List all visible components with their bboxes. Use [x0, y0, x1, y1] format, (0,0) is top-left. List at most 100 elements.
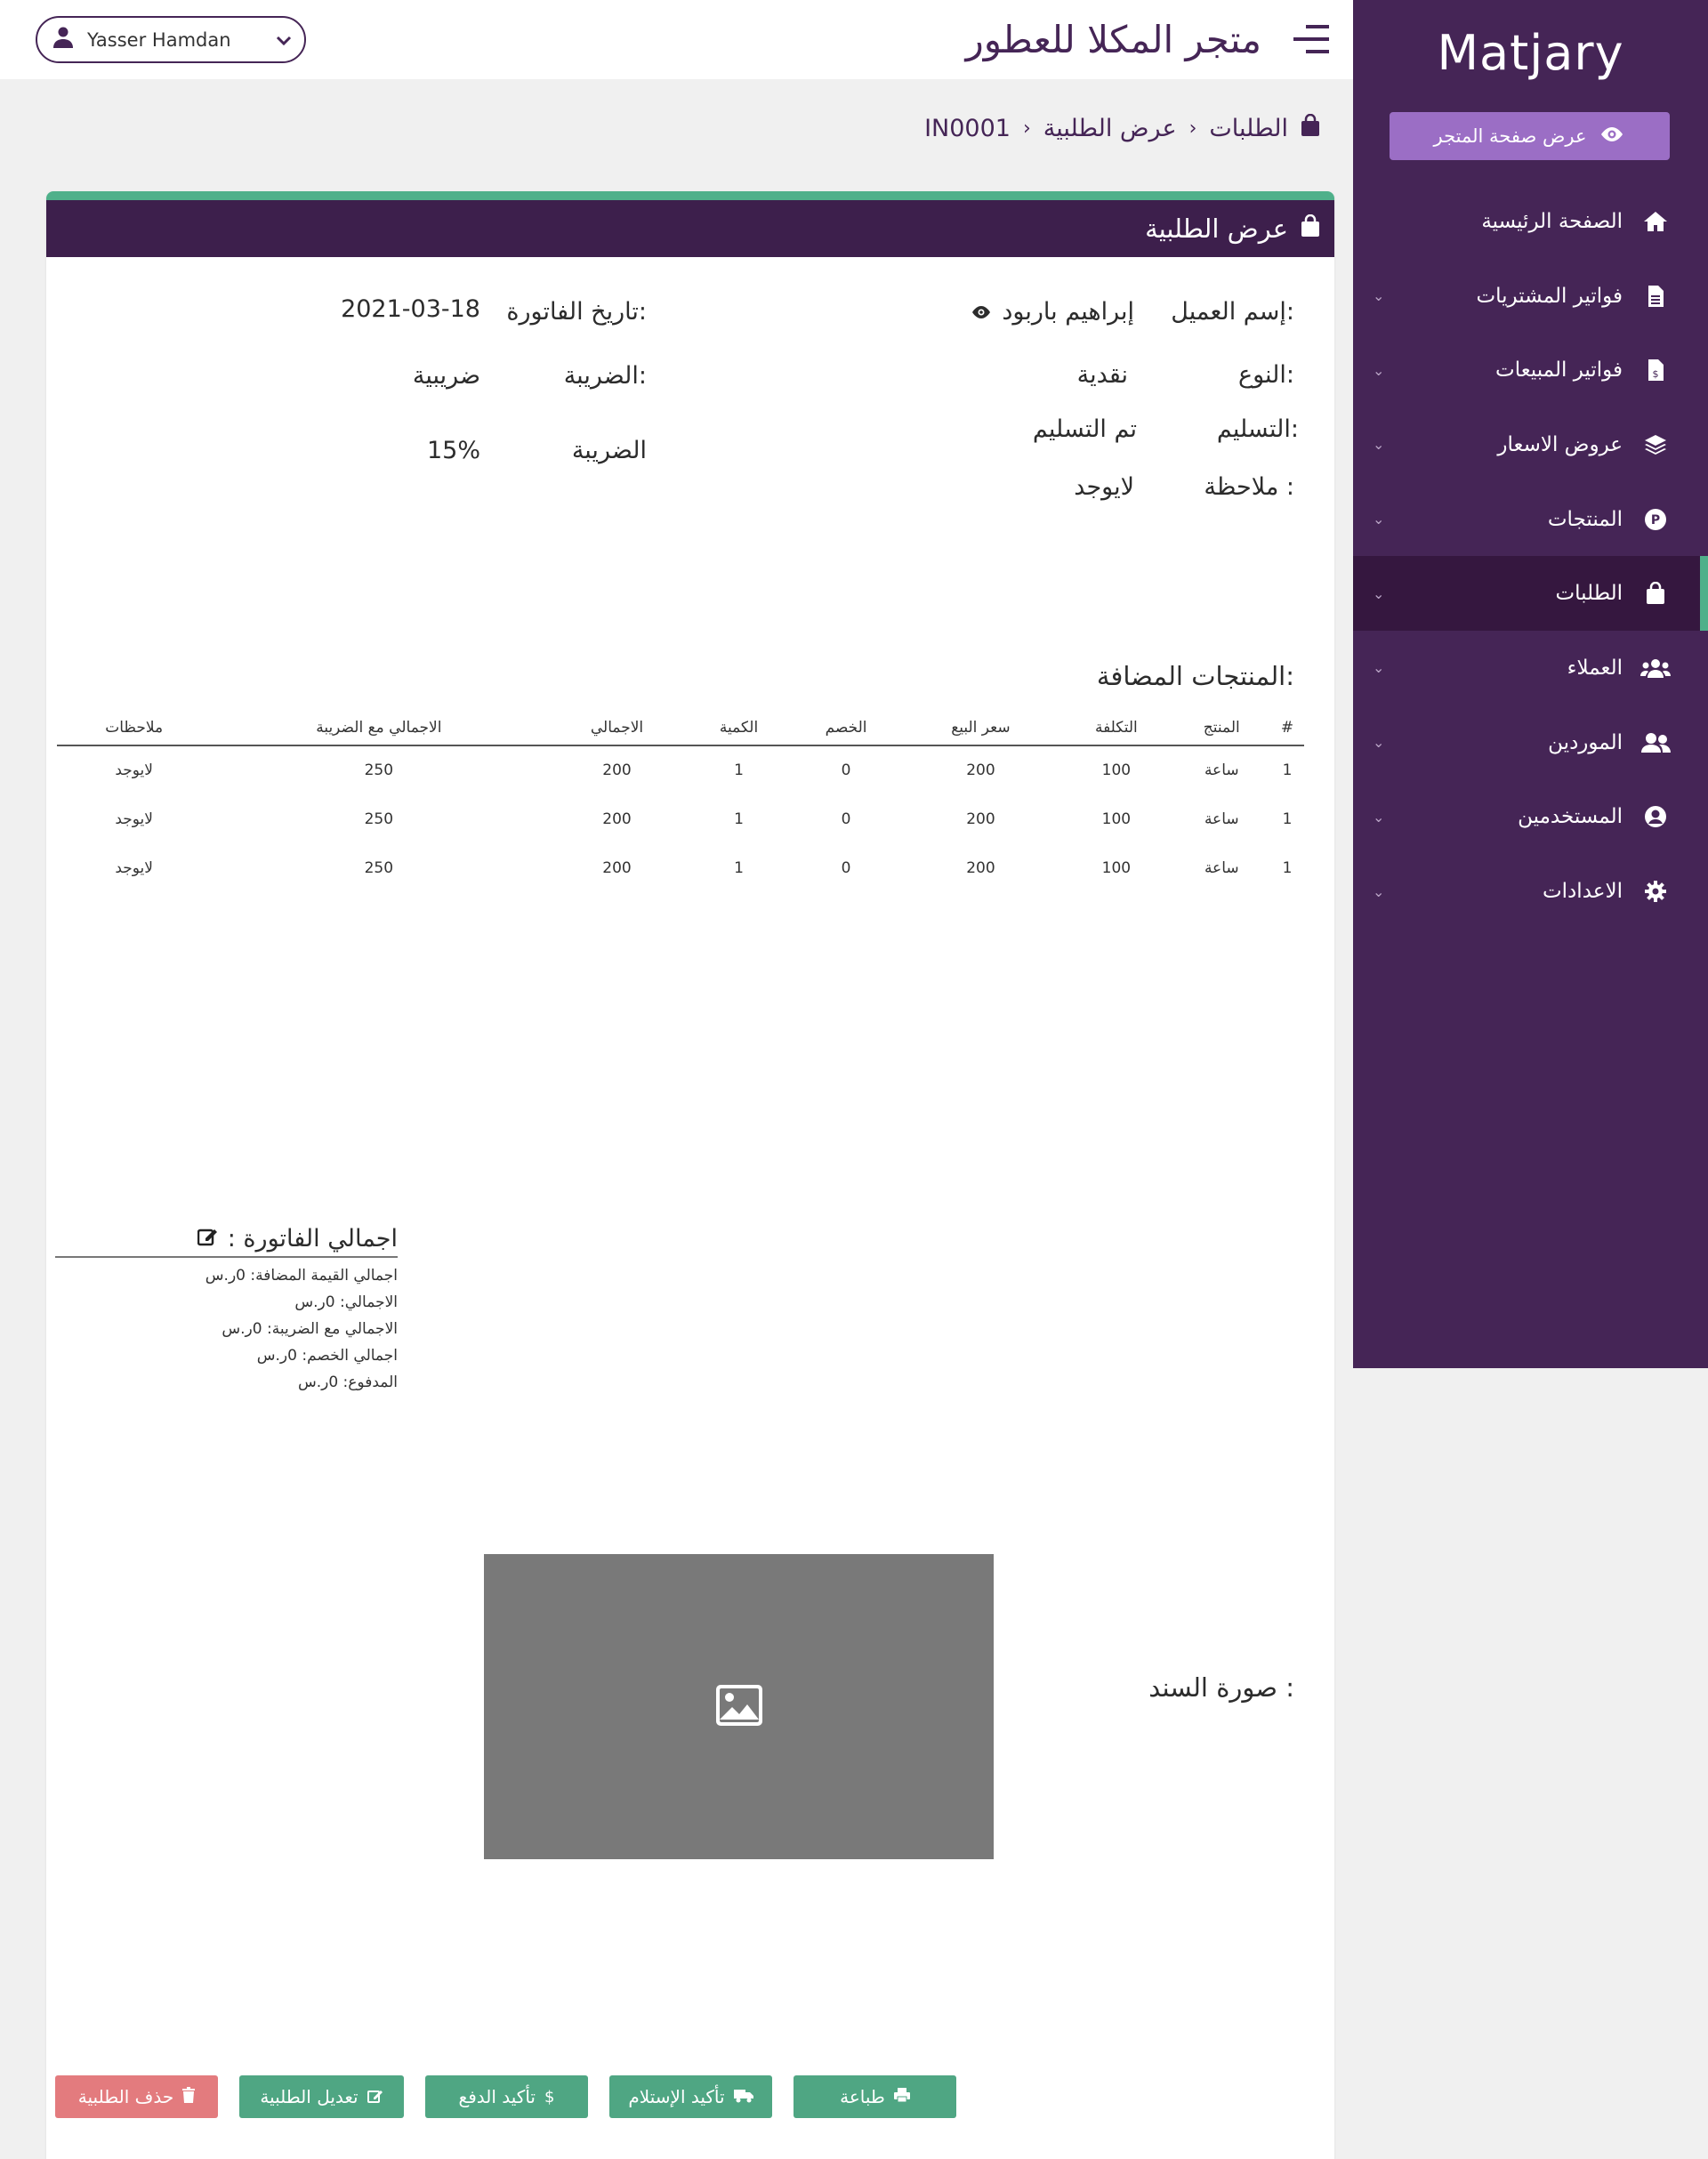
products-table: # المنتج التكلفة سعر البيع الخصم الكمية …	[57, 710, 1304, 892]
gear-icon	[1640, 880, 1671, 903]
sidebar-item-sales-invoices[interactable]: $ فواتير المبيعات ⌄	[1353, 333, 1708, 407]
table-cell: 200	[966, 858, 995, 877]
sidebar-item-label: الموردين	[1548, 730, 1623, 754]
sidebar-item-label: المستخدمين	[1518, 805, 1623, 829]
chevron-down-icon: ⌄	[1373, 882, 1385, 900]
user-icon	[53, 27, 73, 52]
table-cell: 200	[602, 761, 632, 779]
truck-icon	[733, 2086, 753, 2107]
confirm-receipt-button[interactable]: تأكيد الإستلام	[609, 2075, 772, 2118]
edit-order-label: تعديل الطلبية	[260, 2086, 359, 2107]
sidebar-item-label: عروض الاسعار	[1497, 432, 1623, 456]
shop-title: متجر المكلا للعطور	[965, 18, 1261, 61]
edit-icon	[197, 1225, 219, 1253]
user-name: Yasser Hamdan	[87, 28, 231, 51]
table-cell: ساعة	[1204, 761, 1239, 779]
chevron-down-icon: ⌄	[1373, 436, 1385, 454]
table-cell: 250	[364, 858, 394, 877]
table-cell: 100	[1101, 810, 1132, 828]
table-cell: ساعة	[1204, 858, 1239, 877]
customer-value-group: إبراهيم باربود	[971, 298, 1134, 326]
breadcrumb-view-order[interactable]: عرض الطلبية	[1043, 115, 1177, 142]
sidebar-item-settings[interactable]: الاعدادات ⌄	[1353, 854, 1708, 929]
table-row: 1 ساعة 100 200 0 1 200 250 لايوجد	[57, 794, 1304, 843]
trash-icon	[182, 2086, 196, 2107]
dollar-icon: $	[544, 2087, 555, 2107]
customer-label: إسم العميل:	[1171, 298, 1294, 326]
menu-toggle-icon[interactable]	[1293, 23, 1329, 55]
column-header: الخصم	[790, 710, 902, 746]
delivery-label: التسليم:	[1216, 415, 1299, 443]
sidebar-item-label: فواتير المشتريات	[1476, 284, 1623, 308]
eye-icon[interactable]	[971, 298, 991, 326]
breadcrumb-separator: ›	[1188, 117, 1197, 140]
note-value: لايوجد	[1074, 473, 1134, 501]
table-cell: لايوجد	[115, 858, 153, 877]
action-buttons: حذف الطلبية تعديل الطلبية $ تأكيد الدفع …	[55, 2075, 956, 2118]
type-label: النوع:	[1237, 361, 1294, 389]
chevron-down-icon	[276, 29, 292, 51]
sidebar-item-customers[interactable]: العملاء ⌄	[1353, 631, 1708, 705]
shopping-bag-icon	[1640, 582, 1671, 605]
print-button[interactable]: طباعة	[794, 2075, 956, 2118]
sidebar-item-label: الاعدادات	[1543, 880, 1623, 904]
delivery-value: تم التسليم	[1032, 415, 1137, 443]
sidebar-item-products[interactable]: P المنتجات ⌄	[1353, 482, 1708, 557]
table-cell: 0	[841, 761, 851, 779]
eye-icon	[1599, 125, 1625, 148]
breadcrumb: الطلبات › عرض الطلبية › IN0001	[924, 113, 1320, 143]
table-cell: 1	[1282, 858, 1293, 877]
total-discount: اجمالي الخصم: 0ر.س	[256, 1347, 398, 1365]
sidebar-item-suppliers[interactable]: الموردين ⌄	[1353, 705, 1708, 780]
table-header-row: # المنتج التكلفة سعر البيع الخصم الكمية …	[57, 710, 1304, 746]
sidebar-item-home[interactable]: الصفحة الرئيسية	[1353, 184, 1708, 259]
file-dollar-icon: $	[1640, 358, 1671, 382]
view-store-label: عرض صفحة المتجر	[1433, 125, 1587, 147]
tax-rate-label: الضريبة	[571, 437, 647, 464]
table-cell: 200	[966, 761, 995, 779]
sidebar-item-users[interactable]: المستخدمين ⌄	[1353, 780, 1708, 855]
column-header: الاجمالي	[546, 710, 688, 746]
chevron-down-icon: ⌄	[1373, 808, 1385, 826]
products-section-title: المنتجات المضافة:	[1096, 661, 1294, 691]
topbar: Yasser Hamdan متجر المكلا للعطور	[0, 0, 1353, 79]
table-cell: 200	[602, 810, 632, 828]
receipt-image-placeholder[interactable]	[484, 1554, 994, 1859]
sidebar-item-orders[interactable]: الطلبات ⌄	[1353, 556, 1708, 632]
user-menu-dropdown[interactable]: Yasser Hamdan	[36, 16, 306, 63]
column-header: المنتج	[1172, 710, 1270, 746]
delete-order-button[interactable]: حذف الطلبية	[55, 2075, 218, 2118]
order-card: عرض الطلبية إسم العميل: إبراهيم باربود ا…	[46, 191, 1334, 2159]
sidebar-item-quotes[interactable]: عروض الاسعار ⌄	[1353, 407, 1708, 482]
table-cell: 200	[602, 858, 632, 877]
type-value: نقدية	[1076, 361, 1128, 389]
table-cell: لايوجد	[115, 761, 153, 779]
user-friends-icon	[1640, 732, 1671, 753]
column-header: الكمية	[687, 710, 791, 746]
note-label: ملاحظة :	[1204, 473, 1294, 501]
receipt-image-label: صورة السند :	[1148, 1672, 1294, 1703]
table-cell: ساعة	[1204, 810, 1239, 828]
table-cell: 1	[734, 810, 744, 828]
sidebar-item-label: العملاء	[1567, 656, 1623, 680]
delete-order-label: حذف الطلبية	[77, 2086, 174, 2107]
svg-text:$: $	[1653, 368, 1659, 380]
sidebar-item-label: المنتجات	[1547, 507, 1623, 531]
column-header: #	[1269, 710, 1304, 746]
table-cell: 1	[734, 858, 744, 877]
total-amount: الاجمالي: 0ر.س	[294, 1293, 398, 1311]
table-cell: 200	[966, 810, 995, 828]
users-icon	[1640, 657, 1671, 679]
confirm-payment-button[interactable]: $ تأكيد الدفع	[425, 2075, 588, 2118]
edit-order-button[interactable]: تعديل الطلبية	[239, 2075, 404, 2118]
tax-label: الضريبة:	[563, 362, 647, 390]
chevron-down-icon: ⌄	[1373, 584, 1385, 602]
chevron-down-icon: ⌄	[1373, 287, 1385, 305]
table-cell: 0	[841, 810, 851, 828]
sidebar-item-purchase-invoices[interactable]: فواتير المشتريات ⌄	[1353, 259, 1708, 334]
customer-value[interactable]: إبراهيم باربود	[1002, 298, 1134, 326]
breadcrumb-orders[interactable]: الطلبات	[1209, 115, 1288, 142]
view-store-button[interactable]: عرض صفحة المتجر	[1390, 112, 1670, 160]
tax-value: ضريبية	[412, 362, 480, 390]
total-with-tax: الاجمالي مع الضريبة: 0ر.س	[222, 1320, 398, 1338]
